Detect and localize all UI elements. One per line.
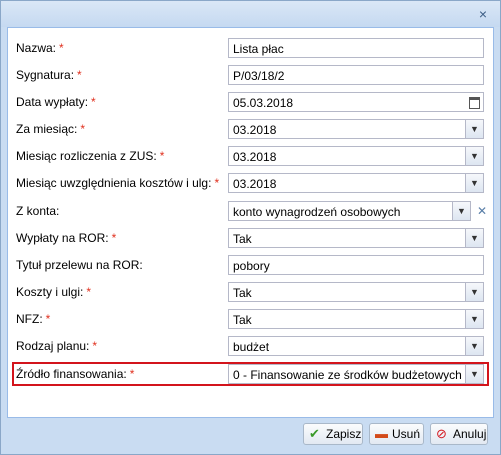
field-label: Koszty i ulgi: * <box>16 285 91 299</box>
select-field[interactable]: Tak ▼ <box>228 228 484 248</box>
field-value: Tak <box>233 286 252 300</box>
save-button-label: Zapisz <box>326 427 362 441</box>
delete-button[interactable]: ▬ Usuń <box>369 423 424 445</box>
form-row: Miesiąc uwzględnienia kosztów i ulg: * 03.… <box>8 173 493 195</box>
required-marker: * <box>45 312 51 326</box>
required-marker: * <box>111 231 117 245</box>
field-label-text: Data wypłaty: <box>16 95 89 109</box>
field-value: 03.2018 <box>233 150 277 164</box>
field-label: Sygnatura: * <box>16 68 82 82</box>
form-row: Z konta: konto wynagrodzeń osobowych ▼ ✕ <box>8 201 493 223</box>
field-label-text: Za miesiąc: <box>16 122 78 136</box>
delete-button-label: Usuń <box>392 427 421 441</box>
field-label: Z konta: <box>16 204 59 218</box>
field-label: Za miesiąc: * <box>16 122 85 136</box>
field-label: Data wypłaty: * <box>16 95 96 109</box>
field-label-text: Tytuł przelewu na ROR: <box>16 258 143 272</box>
select-field[interactable]: 03.2018 ▼ <box>228 119 484 139</box>
required-marker: * <box>159 149 165 163</box>
chevron-down-icon[interactable]: ▼ <box>452 202 470 220</box>
field-label: Tytuł przelewu na ROR: <box>16 258 143 272</box>
required-marker: * <box>59 41 64 55</box>
cancel-button-label: Anuluj <box>453 427 487 441</box>
field-label: Wypłaty na ROR: * <box>16 231 116 245</box>
field-value: 03.2018 <box>233 177 277 191</box>
field-value: 05.03.2018 <box>233 96 294 110</box>
field-value: Tak <box>233 232 252 246</box>
field-label: NFZ: * <box>16 312 50 326</box>
form-row: Sygnatura: * P/03/18/2 <box>8 65 493 87</box>
checkmark-icon: ✔ <box>309 426 320 441</box>
field-label-text: Wypłaty na ROR: <box>16 231 109 245</box>
cancel-button[interactable]: ⊘ Anuluj <box>430 423 488 445</box>
field-value: pobory <box>233 259 270 273</box>
chevron-down-icon[interactable]: ▼ <box>465 283 483 301</box>
form-row: Data wypłaty: * 05.03.2018 <box>8 92 493 114</box>
required-marker: * <box>92 339 98 353</box>
clear-icon[interactable]: ✕ <box>474 202 490 220</box>
chevron-down-icon[interactable]: ▼ <box>465 120 483 138</box>
calendar-icon[interactable] <box>466 93 483 111</box>
form-row: Miesiąc rozliczenia z ZUS: * 03.2018 ▼ <box>8 146 493 168</box>
text-field[interactable]: P/03/18/2 <box>228 65 484 85</box>
button-bar: ✔ Zapisz ▬ Usuń ⊘ Anuluj <box>7 418 492 452</box>
form-row: Nazwa: * Lista płac <box>8 38 493 60</box>
select-field[interactable]: 03.2018 ▼ <box>228 173 484 193</box>
field-value: Tak <box>233 313 252 327</box>
chevron-down-icon[interactable]: ▼ <box>465 337 483 355</box>
select-field[interactable]: konto wynagrodzeń osobowych ▼ <box>228 201 471 221</box>
form-row: NFZ: * Tak ▼ <box>8 309 493 331</box>
select-field[interactable]: Tak ▼ <box>228 282 484 302</box>
field-label-text: Z konta: <box>16 204 60 218</box>
select-field[interactable]: Tak ▼ <box>228 309 484 329</box>
form-row: Za miesiąc: * 03.2018 ▼ <box>8 119 493 141</box>
select-field[interactable]: 03.2018 ▼ <box>228 146 484 166</box>
close-icon[interactable]: × <box>476 7 490 21</box>
field-label: Nazwa: * <box>16 41 64 55</box>
required-marker: * <box>77 68 82 82</box>
text-field[interactable]: Lista płac <box>228 38 484 58</box>
field-label-text: Nazwa: <box>16 41 57 55</box>
form-row: Rodzaj planu: * budżet ▼ <box>8 336 493 358</box>
form-panel: Nazwa: * Lista płac Sygnatura: * P/03/18/2 Dat… <box>7 27 494 418</box>
field-label-text: Sygnatura: <box>16 68 75 82</box>
cancel-icon: ⊘ <box>436 426 447 441</box>
chevron-down-icon[interactable]: ▼ <box>465 174 483 192</box>
text-field[interactable]: pobory <box>228 255 484 275</box>
required-marker: * <box>86 285 92 299</box>
required-marker: * <box>214 176 220 190</box>
field-value: konto wynagrodzeń osobowych <box>233 205 401 219</box>
dialog-window: × Nazwa: * Lista płac Sygnatura: * P/03/18/2 D… <box>0 0 501 455</box>
select-field[interactable]: budżet ▼ <box>228 336 484 356</box>
chevron-down-icon[interactable]: ▼ <box>465 229 483 247</box>
field-label: Miesiąc rozliczenia z ZUS: * <box>16 149 164 163</box>
field-value: P/03/18/2 <box>233 69 285 83</box>
field-label-text: Rodzaj planu: <box>16 339 90 353</box>
required-marker: * <box>80 122 86 136</box>
form-row: Tytuł przelewu na ROR: pobory <box>8 255 493 277</box>
chevron-down-icon[interactable]: ▼ <box>465 310 483 328</box>
field-label-text: Koszty i ulgi: <box>16 285 84 299</box>
field-label-text: Miesiąc uwzględnienia kosztów i ulg: <box>16 176 212 190</box>
title-bar[interactable]: × <box>1 1 500 27</box>
field-value: budżet <box>233 340 270 354</box>
save-button[interactable]: ✔ Zapisz <box>303 423 363 445</box>
field-label-text: NFZ: <box>16 312 43 326</box>
required-marker: * <box>91 95 96 109</box>
date-field[interactable]: 05.03.2018 <box>228 92 484 112</box>
field-label-text: Miesiąc rozliczenia z ZUS: <box>16 149 157 163</box>
field-label: Rodzaj planu: * <box>16 339 97 353</box>
form-row: Koszty i ulgi: * Tak ▼ <box>8 282 493 304</box>
highlight-frame <box>12 362 489 386</box>
field-value: 03.2018 <box>233 123 277 137</box>
form-row: Wypłaty na ROR: * Tak ▼ <box>8 228 493 250</box>
chevron-down-icon[interactable]: ▼ <box>465 147 483 165</box>
field-label: Miesiąc uwzględnienia kosztów i ulg: * <box>16 176 219 190</box>
field-value: Lista płac <box>233 42 284 56</box>
minus-icon: ▬ <box>375 426 388 441</box>
